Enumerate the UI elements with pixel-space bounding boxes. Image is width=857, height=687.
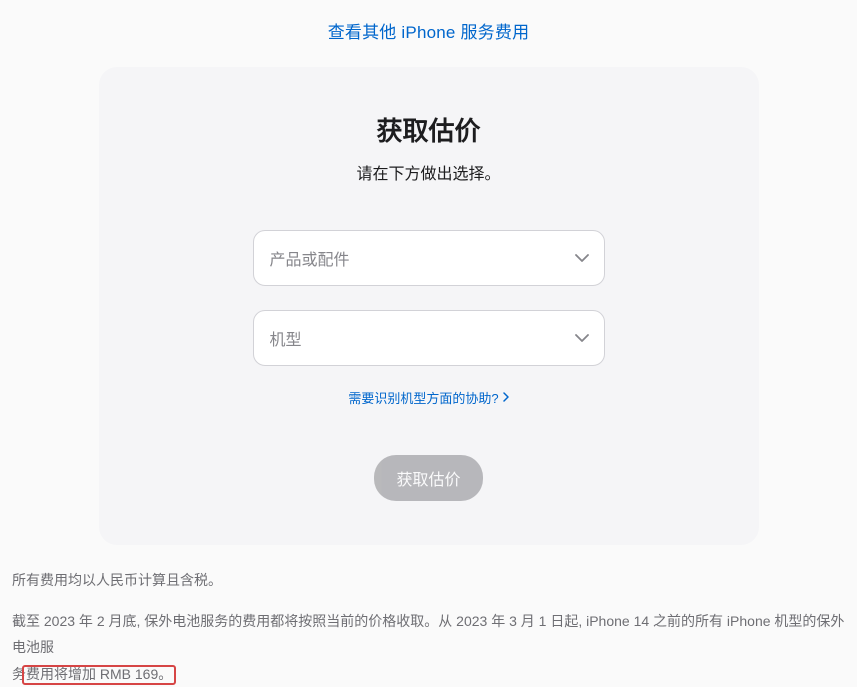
footer-para2-prefix: 截至 2023 年 2 月底, 保外电池服务的费用都将按照当前的价格收取。从 2… <box>12 613 844 656</box>
top-link-container: 查看其他 iPhone 服务费用 <box>0 0 857 67</box>
footer-para-1: 所有费用均以人民币计算且含税。 <box>12 567 845 594</box>
identify-model-help-link[interactable]: 需要识别机型方面的协助? <box>348 388 508 407</box>
product-select[interactable]: 产品或配件 <box>253 230 605 286</box>
product-select-wrap: 产品或配件 <box>253 230 605 286</box>
footer-para2-line2-prefix: 务 <box>12 666 26 682</box>
footer-notes: 所有费用均以人民币计算且含税。 截至 2023 年 2 月底, 保外电池服务的费… <box>0 545 857 687</box>
product-select-placeholder: 产品或配件 <box>270 246 350 270</box>
estimate-card: 获取估价 请在下方做出选择。 产品或配件 机型 需要识别机型方面的协助? 获取估… <box>99 67 759 545</box>
card-title: 获取估价 <box>139 111 719 148</box>
chevron-right-icon <box>503 390 509 405</box>
price-increase-highlight: 费用将增加 RMB 169。 <box>26 666 172 682</box>
view-other-fees-link[interactable]: 查看其他 iPhone 服务费用 <box>328 23 530 42</box>
footer-para-2: 截至 2023 年 2 月底, 保外电池服务的费用都将按照当前的价格收取。从 2… <box>12 608 845 687</box>
get-estimate-button[interactable]: 获取估价 <box>374 455 482 501</box>
model-select[interactable]: 机型 <box>253 310 605 366</box>
model-select-wrap: 机型 <box>253 310 605 366</box>
card-subtitle: 请在下方做出选择。 <box>139 160 719 184</box>
model-select-placeholder: 机型 <box>270 326 302 350</box>
help-link-row: 需要识别机型方面的协助? <box>139 390 719 455</box>
footer-para2-highlight-text: 费用将增加 RMB 169。 <box>26 666 172 682</box>
help-link-label: 需要识别机型方面的协助? <box>348 388 498 407</box>
